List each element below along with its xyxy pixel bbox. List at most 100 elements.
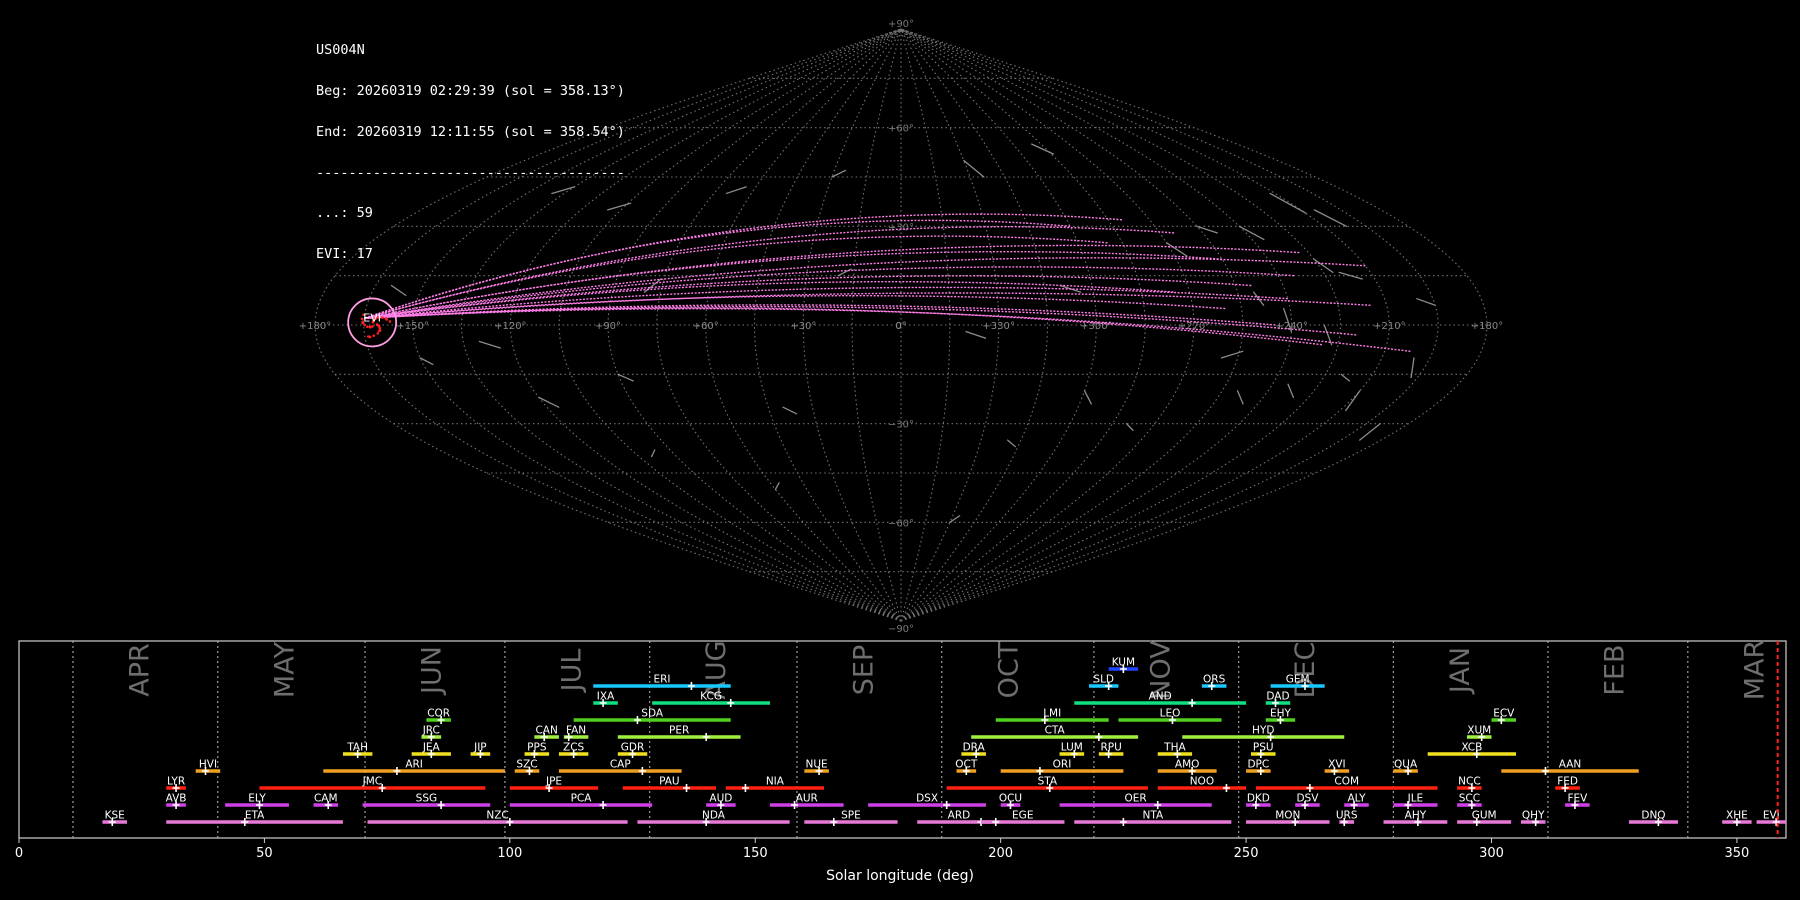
shower-code-label: COR xyxy=(427,708,450,720)
shower-code-label: KSE xyxy=(105,810,125,822)
shower-code-label: GEM xyxy=(1286,674,1310,686)
shower-code-label: PCA xyxy=(571,793,593,805)
shower-code-label: ARI xyxy=(405,759,423,771)
x-tick-label: 300 xyxy=(1479,846,1504,861)
shower-code-label: FAN xyxy=(566,725,586,737)
month-label: JAN xyxy=(1445,647,1476,695)
shower-code-label: FEV xyxy=(1567,793,1588,805)
shower-code-label: LUM xyxy=(1061,742,1083,754)
shower-code-label: NDA xyxy=(702,810,726,822)
shower-code-label: AHY xyxy=(1405,810,1427,822)
shower-code-label: FED xyxy=(1557,776,1578,788)
shower-code-label: HVI xyxy=(199,759,217,771)
shower-code-label: CTA xyxy=(1045,725,1066,737)
shower-code-label: DSV xyxy=(1296,793,1319,805)
x-tick-label: 150 xyxy=(743,846,768,861)
shower-code-label: ARD xyxy=(948,810,971,822)
shower-code-label: STA xyxy=(1038,776,1058,788)
shower-code-label: NZC xyxy=(486,810,508,822)
shower-code-label: LMI xyxy=(1043,708,1061,720)
shower-code-label: PAU xyxy=(659,776,680,788)
shower-code-label: QUA xyxy=(1394,759,1418,771)
shower-code-label: JRC xyxy=(422,725,440,737)
shower-code-label: KCG xyxy=(700,691,722,703)
shower-code-label: QHY xyxy=(1522,810,1545,822)
shower-code-label: PPS xyxy=(527,742,547,754)
shower-code-label: ORS xyxy=(1203,674,1226,686)
shower-code-label: JIP xyxy=(473,742,487,754)
shower-code-label: JLE xyxy=(1407,793,1424,805)
shower-code-label: SDA xyxy=(641,708,664,720)
x-tick-label: 350 xyxy=(1725,846,1750,861)
shower-code-label: SLD xyxy=(1093,674,1114,686)
shower-code-label: SCC xyxy=(1459,793,1480,805)
month-label: MAY xyxy=(269,641,300,698)
x-axis-label: Solar longitude (deg) xyxy=(826,868,974,884)
shower-code-label: ALY xyxy=(1347,793,1366,805)
month-label: FEB xyxy=(1599,644,1630,695)
shower-code-label: SZC xyxy=(516,759,537,771)
month-label: JUL xyxy=(556,649,587,694)
shower-code-label: XCB xyxy=(1461,742,1482,754)
shower-code-label: ETA xyxy=(245,810,265,822)
month-label: MAR xyxy=(1739,640,1770,701)
shower-code-label: AVB xyxy=(166,793,187,805)
shower-code-label: DAD xyxy=(1266,691,1289,703)
shower-code-label: CAP xyxy=(610,759,631,771)
shower-code-label: OCT xyxy=(955,759,978,771)
shower-code-label: ECV xyxy=(1493,708,1515,720)
x-ticks: 0 50 100 150 200 250 300 350 xyxy=(15,838,1749,861)
shower-code-label: JEA xyxy=(422,742,441,754)
month-label: APR xyxy=(124,643,155,697)
shower-code-label: RPU xyxy=(1100,742,1121,754)
shower-code-label: CAM xyxy=(314,793,338,805)
x-tick-label: 50 xyxy=(256,846,273,861)
shower-code-label: DSX xyxy=(916,793,938,805)
shower-code-label: THA xyxy=(1163,742,1186,754)
shower-code-label: DPC xyxy=(1247,759,1269,771)
x-tick-label: 250 xyxy=(1234,846,1259,861)
shower-code-label: AUR xyxy=(796,793,818,805)
shower-code-label: PER xyxy=(669,725,689,737)
shower-code-label: TAH xyxy=(346,742,368,754)
shower-code-label: GDR xyxy=(621,742,645,754)
shower-code-label: JPE xyxy=(545,776,562,788)
month-label: SEP xyxy=(848,645,879,695)
shower-code-label: XUM xyxy=(1467,725,1491,737)
x-tick-label: 100 xyxy=(497,846,522,861)
shower-code-label: LYR xyxy=(167,776,185,788)
shower-timeline: APR MAY JUN JUL AUG SEP OCT NOV DEC JAN FEB MAR0 50 1… xyxy=(15,640,1787,861)
shower-code-label: NIA xyxy=(766,776,785,788)
shower-code-label: NUE xyxy=(806,759,828,771)
shower-code-label: SPE xyxy=(841,810,861,822)
shower-code-label: XVI xyxy=(1328,759,1345,771)
shower-code-label: AAN xyxy=(1559,759,1582,771)
shower-code-label: MON xyxy=(1275,810,1300,822)
shower-code-label: GUM xyxy=(1472,810,1497,822)
shower-code-label: ERI xyxy=(653,674,670,686)
shower-code-label: LEO xyxy=(1160,708,1181,720)
shower-code-label: DRA xyxy=(963,742,986,754)
shower-code-label: NOO xyxy=(1190,776,1214,788)
shower-code-label: AMO xyxy=(1175,759,1200,771)
shower-code-label: OER xyxy=(1125,793,1147,805)
month-label: JUN xyxy=(417,646,448,696)
shower-code-label: SSG xyxy=(416,793,437,805)
shower-code-label: AUD xyxy=(709,793,732,805)
shower-code-label: ZCS xyxy=(563,742,585,754)
shower-code-label: CAN xyxy=(535,725,557,737)
shower-code-label: IXA xyxy=(597,691,615,703)
shower-code-label: COM xyxy=(1334,776,1359,788)
x-tick-label: 0 xyxy=(15,846,23,861)
shower-code-label: EGE xyxy=(1012,810,1033,822)
shower-code-label: OCU xyxy=(999,793,1022,805)
shower-code-label: XHE xyxy=(1726,810,1748,822)
shower-code-label: NTA xyxy=(1143,810,1164,822)
shower-code-label: KUM xyxy=(1112,657,1135,669)
x-tick-label: 200 xyxy=(988,846,1013,861)
shower-code-label: AND xyxy=(1149,691,1172,703)
shower-code-label: DKD xyxy=(1247,793,1270,805)
shower-code-label: URS xyxy=(1336,810,1358,822)
shower-code-label: HYD xyxy=(1252,725,1274,737)
shower-code-label: DNQ xyxy=(1641,810,1665,822)
